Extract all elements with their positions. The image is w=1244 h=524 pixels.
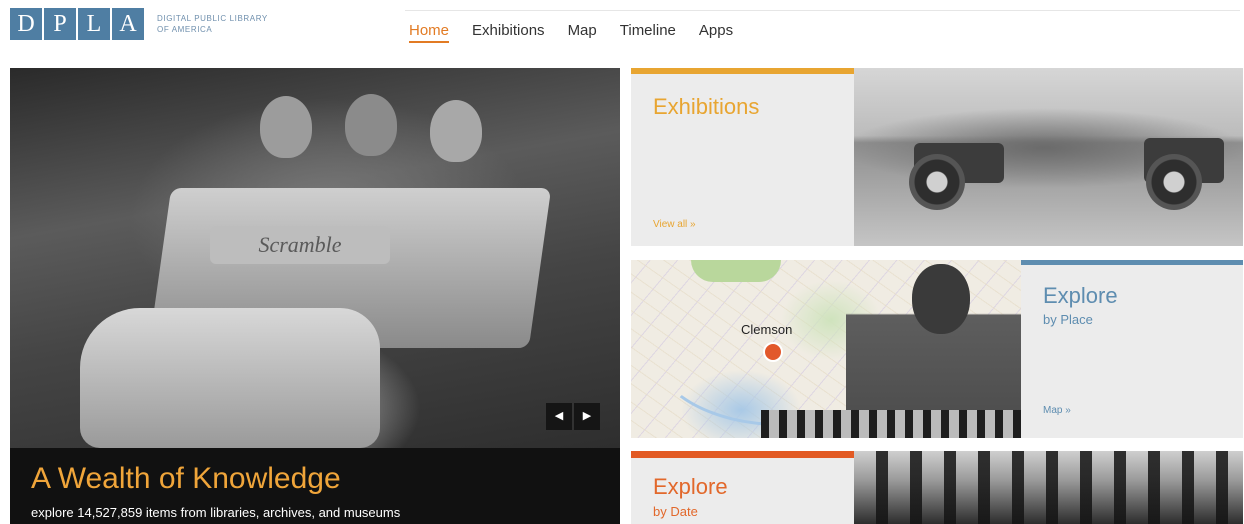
- logo-letter: L: [78, 8, 110, 40]
- explore-date-card[interactable]: Explore by Date: [631, 451, 1243, 524]
- date-panel: Explore by Date: [631, 451, 854, 524]
- rider: [260, 96, 312, 158]
- logo-wordmark: DIGITAL PUBLIC LIBRARY OF AMERICA: [157, 13, 287, 35]
- ride-fender: [80, 308, 380, 448]
- hero-subtitle: explore 14,527,859 items from libraries,…: [31, 505, 401, 520]
- logo-letter: A: [112, 8, 144, 40]
- dpla-logo[interactable]: D P L A DIGITAL PUBLIC LIBRARY OF AMERIC…: [10, 8, 287, 40]
- logo-letter: D: [10, 8, 42, 40]
- date-subtitle: by Date: [653, 504, 698, 519]
- exhibitions-panel: Exhibitions View all »: [631, 68, 854, 246]
- nav-apps[interactable]: Apps: [699, 22, 733, 43]
- map-image: Clemson: [631, 260, 1021, 438]
- place-panel: Explore by Place Map »: [1021, 260, 1243, 438]
- portrait: [912, 264, 970, 334]
- exhibitions-image: [854, 68, 1243, 246]
- hero-caption: A Wealth of Knowledge explore 14,527,859…: [10, 448, 620, 524]
- nav-timeline[interactable]: Timeline: [620, 22, 676, 43]
- place-subtitle: by Place: [1043, 312, 1093, 327]
- next-arrow-icon[interactable]: ▶: [574, 403, 600, 430]
- map-link[interactable]: Map »: [1043, 405, 1071, 416]
- logo-letters: D P L A: [10, 8, 144, 40]
- tractor-wheel: [1146, 154, 1202, 210]
- map-pin-icon: [763, 342, 783, 362]
- date-title[interactable]: Explore: [653, 474, 728, 500]
- carousel-controls: ◀ ▶: [546, 403, 600, 430]
- header-divider: [405, 10, 1240, 11]
- ride-nameplate: Scramble: [210, 226, 390, 264]
- map-park: [691, 260, 781, 282]
- hero-carousel[interactable]: Scramble ◀ ▶ A Wealth of Knowledge explo…: [10, 68, 620, 524]
- explore-place-card[interactable]: Clemson Explore by Place Map »: [631, 260, 1243, 438]
- hero-title[interactable]: A Wealth of Knowledge: [31, 462, 341, 496]
- tractor-wheel: [909, 154, 965, 210]
- nav-exhibitions[interactable]: Exhibitions: [472, 22, 545, 43]
- logo-letter: P: [44, 8, 76, 40]
- rider: [430, 100, 482, 162]
- view-all-link[interactable]: View all »: [653, 219, 696, 230]
- exhibitions-title[interactable]: Exhibitions: [653, 94, 759, 120]
- logo-line-1: DIGITAL PUBLIC LIBRARY: [157, 14, 268, 23]
- prev-arrow-icon[interactable]: ◀: [546, 403, 572, 430]
- place-title[interactable]: Explore: [1043, 283, 1118, 309]
- hero-image: Scramble: [10, 68, 620, 448]
- microphones: [761, 410, 1021, 438]
- nav-map[interactable]: Map: [568, 22, 597, 43]
- main-nav: Home Exhibitions Map Timeline Apps: [409, 22, 756, 43]
- date-image: [854, 451, 1243, 524]
- exhibitions-card[interactable]: Exhibitions View all »: [631, 68, 1243, 246]
- nav-home[interactable]: Home: [409, 22, 450, 43]
- map-city-label: Clemson: [741, 322, 793, 337]
- rider: [345, 94, 397, 156]
- logo-line-2: OF AMERICA: [157, 25, 213, 34]
